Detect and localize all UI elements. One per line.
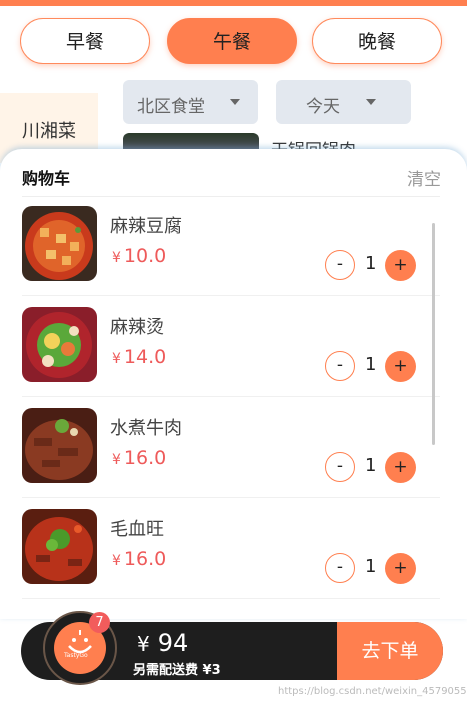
divider xyxy=(22,196,440,197)
quantity-value: 1 xyxy=(365,354,377,375)
food-image xyxy=(22,509,97,584)
cart-item-price: ¥14.0 xyxy=(112,346,166,368)
dropdown-arrow-icon xyxy=(366,99,376,105)
cart-item: 麻辣烫 ¥14.0 - 1 + xyxy=(0,299,467,399)
meal-tabs: 早餐 午餐 晚餐 xyxy=(0,18,467,68)
cart-total: ¥94 xyxy=(137,629,188,657)
cart-scrollbar[interactable] xyxy=(432,223,435,445)
food-image xyxy=(22,206,97,281)
cart-item-price: ¥16.0 xyxy=(112,447,166,469)
food-image xyxy=(22,307,97,382)
divider xyxy=(22,396,440,397)
currency-symbol: ¥ xyxy=(112,553,121,569)
price-value: 16.0 xyxy=(123,447,167,469)
currency-symbol: ¥ xyxy=(112,452,121,468)
currency-symbol: ¥ xyxy=(112,351,121,367)
cart-sheet: 购物车 清空 麻辣豆腐 ¥10.0 - 1 + 麻辣烫 ¥ 14.0 - 1 +… xyxy=(0,149,467,619)
cart-item: 麻辣豆腐 ¥10.0 - 1 + xyxy=(0,198,467,298)
quantity-value: 1 xyxy=(365,253,377,274)
price-value: 10.0 xyxy=(123,245,167,267)
cart-item: 水煮牛肉 ¥16.0 - 1 + xyxy=(0,400,467,500)
sidebar-item-label: 川湘菜 xyxy=(22,121,76,142)
decrease-button[interactable]: - xyxy=(325,553,355,583)
cart-item: 毛血旺 ¥16.0 - 1 + xyxy=(0,501,467,601)
decrease-button[interactable]: - xyxy=(325,351,355,381)
day-dropdown-label: 今天 xyxy=(306,97,340,117)
total-amount: 94 xyxy=(157,629,189,657)
divider xyxy=(22,295,440,296)
food-image xyxy=(22,408,97,483)
dropdown-arrow-icon xyxy=(230,99,240,105)
canteen-dropdown[interactable]: 北区食堂 xyxy=(123,80,258,124)
tab-dinner[interactable]: 晚餐 xyxy=(312,18,442,64)
currency-symbol: ¥ xyxy=(112,250,121,266)
decrease-button[interactable]: - xyxy=(325,250,355,280)
cart-item-name: 麻辣豆腐 xyxy=(110,216,182,237)
divider xyxy=(22,598,440,599)
increase-button[interactable]: + xyxy=(385,553,416,584)
cart-item-price: ¥16.0 xyxy=(112,548,166,570)
clear-cart-button[interactable]: 清空 xyxy=(407,165,441,190)
tab-lunch[interactable]: 午餐 xyxy=(167,18,297,64)
cart-item-name: 麻辣烫 xyxy=(110,317,164,338)
watermark: https://blog.csdn.net/weixin_45790554 xyxy=(278,686,467,697)
delivery-fee-note: 另需配送费 ¥3 xyxy=(133,663,221,678)
quantity-value: 1 xyxy=(365,455,377,476)
checkout-button[interactable]: 去下单 xyxy=(337,622,443,680)
cart-item-name: 毛血旺 xyxy=(110,519,164,540)
increase-button[interactable]: + xyxy=(385,351,416,382)
day-dropdown[interactable]: 今天 xyxy=(276,80,411,124)
divider xyxy=(22,497,440,498)
cart-item-name: 水煮牛肉 xyxy=(110,418,182,439)
increase-button[interactable]: + xyxy=(385,250,416,281)
increase-button[interactable]: + xyxy=(385,452,416,483)
price-value: 14.0 xyxy=(123,346,167,368)
tab-breakfast[interactable]: 早餐 xyxy=(20,18,150,64)
decrease-button[interactable]: - xyxy=(325,452,355,482)
cart-title: 购物车 xyxy=(22,169,71,188)
quantity-value: 1 xyxy=(365,556,377,577)
price-value: 16.0 xyxy=(123,548,167,570)
currency-symbol: ¥ xyxy=(137,632,150,656)
top-accent-bar xyxy=(0,0,467,6)
logo-text: TastyGo xyxy=(64,652,88,659)
canteen-dropdown-label: 北区食堂 xyxy=(137,97,205,117)
cart-count-badge: 7 xyxy=(89,612,110,633)
cart-item-price: ¥10.0 xyxy=(112,245,166,267)
